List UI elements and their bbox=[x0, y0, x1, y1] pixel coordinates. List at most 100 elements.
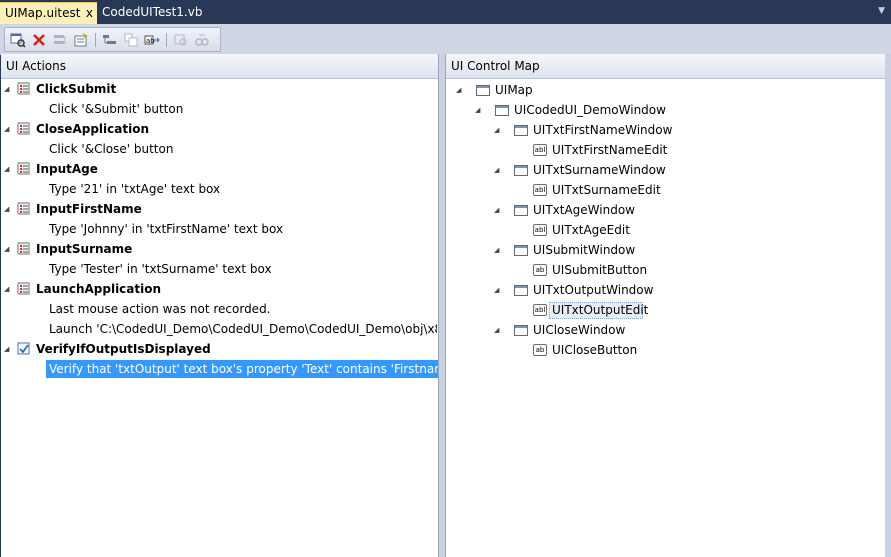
action-step[interactable]: Type '21' in 'txtAge' text box bbox=[1, 180, 437, 198]
document-tab-bar: UIMap.uitest x CodedUITest1.vb ▼ bbox=[0, 0, 891, 24]
window-control-icon bbox=[514, 285, 528, 296]
edit-control-icon: abl bbox=[533, 224, 547, 236]
action-step[interactable]: Last mouse action was not recorded. bbox=[1, 300, 437, 318]
tree-node-uiclose-button[interactable]: ab UICloseButton bbox=[446, 341, 884, 359]
ui-actions-title: UI Actions bbox=[1, 54, 438, 79]
collapse-expander-icon[interactable]: ◢ bbox=[4, 205, 13, 214]
move-code-icon[interactable] bbox=[123, 32, 139, 48]
control-name: UICodedUI_DemoWindow bbox=[514, 103, 666, 117]
action-method-click-submit[interactable]: ◢ ClickSubmit bbox=[1, 80, 437, 98]
control-name: UIMap bbox=[495, 83, 533, 97]
locate-control-icon[interactable] bbox=[173, 32, 189, 48]
collapse-expander-icon[interactable]: ◢ bbox=[494, 326, 503, 335]
action-method-close-application[interactable]: ◢ CloseApplication bbox=[1, 120, 437, 138]
collapse-expander-icon[interactable]: ◢ bbox=[4, 245, 13, 254]
action-method-input-age[interactable]: ◢ InputAge bbox=[1, 160, 437, 178]
uimap-toolbar: ab bbox=[0, 24, 891, 55]
window-control-icon bbox=[514, 325, 528, 336]
action-step[interactable]: Type 'Tester' in 'txtSurname' text box bbox=[1, 260, 437, 278]
ui-control-map-title: UI Control Map bbox=[446, 54, 885, 79]
action-step-text: Click '&Close' button bbox=[49, 142, 174, 156]
delete-icon[interactable] bbox=[31, 32, 47, 48]
window-control-icon bbox=[514, 205, 528, 216]
find-action-icon[interactable] bbox=[10, 32, 26, 48]
rename-icon[interactable]: ab bbox=[144, 32, 160, 48]
ui-actions-pane: UI Actions ◢ ClickSubmit Click '&Submit' b… bbox=[1, 54, 438, 557]
method-name: LaunchApplication bbox=[36, 282, 162, 296]
recorded-method-icon bbox=[17, 282, 30, 295]
tree-node-uitxt-first-name-edit[interactable]: abl UITxtFirstNameEdit bbox=[446, 141, 884, 159]
tab-codeduitest1-vb[interactable]: CodedUITest1.vb bbox=[97, 2, 202, 24]
control-name: UISubmitButton bbox=[552, 263, 648, 277]
collapse-expander-icon[interactable]: ◢ bbox=[4, 165, 13, 174]
action-method-launch-application[interactable]: ◢ LaunchApplication bbox=[1, 280, 437, 298]
tab-label: UIMap.uitest bbox=[5, 6, 81, 20]
tab-label: CodedUITest1.vb bbox=[102, 5, 203, 19]
action-method-verify-if-output-is-displayed[interactable]: ◢ VerifyIfOutputIsDisplayed bbox=[1, 340, 437, 358]
edit-control-icon: abl bbox=[533, 184, 547, 196]
insert-delay-icon[interactable] bbox=[102, 32, 118, 48]
action-step-text: Launch 'C:\CodedUI_Demo\CodedUI_Demo\Cod… bbox=[49, 322, 437, 336]
tree-node-uitxt-surname-window[interactable]: ◢ UITxtSurnameWindow bbox=[446, 161, 884, 179]
window-control-icon bbox=[514, 165, 528, 176]
action-method-input-first-name[interactable]: ◢ InputFirstName bbox=[1, 200, 437, 218]
tree-node-uitxt-output-edit[interactable]: abl UITxtOutputEdit bbox=[446, 301, 884, 319]
collapse-expander-icon[interactable]: ◢ bbox=[4, 345, 13, 354]
pane-splitter[interactable] bbox=[438, 54, 446, 557]
tree-node-uicoded-ui-demo-window[interactable]: ◢ UICodedUI_DemoWindow bbox=[446, 101, 884, 119]
tab-list-dropdown-icon[interactable]: ▼ bbox=[878, 6, 885, 16]
control-name: UITxtAgeWindow bbox=[533, 203, 635, 217]
collapse-expander-icon[interactable]: ◢ bbox=[4, 125, 13, 134]
collapse-expander-icon[interactable]: ◢ bbox=[456, 86, 465, 95]
control-name: UITxtSurnameEdit bbox=[552, 183, 661, 197]
tree-node-uisubmit-window[interactable]: ◢ UISubmitWindow bbox=[446, 241, 884, 259]
tree-node-uisubmit-button[interactable]: ab UISubmitButton bbox=[446, 261, 884, 279]
collapse-expander-icon[interactable]: ◢ bbox=[494, 166, 503, 175]
close-tab-icon[interactable]: x bbox=[86, 3, 93, 24]
method-name: ClickSubmit bbox=[36, 82, 117, 96]
action-method-input-surname[interactable]: ◢ InputSurname bbox=[1, 240, 437, 258]
tree-node-uitxt-first-name-window[interactable]: ◢ UITxtFirstNameWindow bbox=[446, 121, 884, 139]
method-name: InputFirstName bbox=[36, 202, 142, 216]
locate-all-icon[interactable] bbox=[194, 32, 210, 48]
assertion-method-icon bbox=[17, 342, 30, 355]
collapse-expander-icon[interactable]: ◢ bbox=[494, 126, 503, 135]
action-step[interactable]: Click '&Submit' button bbox=[1, 100, 437, 118]
control-name: UITxtFirstNameEdit bbox=[552, 143, 668, 157]
action-step[interactable]: Verify that 'txtOutput' text box's prope… bbox=[46, 360, 438, 378]
collapse-expander-icon[interactable]: ◢ bbox=[4, 85, 13, 94]
action-step-text: Click '&Submit' button bbox=[49, 102, 184, 116]
action-step-text: Type '21' in 'txtAge' text box bbox=[49, 182, 221, 196]
properties-icon[interactable] bbox=[73, 32, 89, 48]
action-step-text: Verify that 'txtOutput' text box's prope… bbox=[49, 362, 438, 376]
collapse-expander-icon[interactable]: ◢ bbox=[494, 246, 503, 255]
collapse-expander-icon[interactable]: ◢ bbox=[494, 286, 503, 295]
action-step[interactable]: Type 'Johnny' in 'txtFirstName' text box bbox=[1, 220, 437, 238]
method-name: CloseApplication bbox=[36, 122, 149, 136]
action-step-text: Type 'Tester' in 'txtSurname' text box bbox=[49, 262, 272, 276]
action-step-text: Last mouse action was not recorded. bbox=[49, 302, 271, 316]
tree-node-uiclose-window[interactable]: ◢ UICloseWindow bbox=[446, 321, 884, 339]
svg-text:ab: ab bbox=[146, 37, 155, 45]
collapse-expander-icon[interactable]: ◢ bbox=[4, 285, 13, 294]
collapse-expander-icon[interactable]: ◢ bbox=[475, 106, 484, 115]
recorded-method-icon bbox=[17, 122, 30, 135]
collapse-expander-icon[interactable]: ◢ bbox=[494, 206, 503, 215]
ui-control-map-pane: UI Control Map ◢ UIMap ◢ UICodedUI_DemoWind… bbox=[446, 54, 885, 557]
window-control-icon bbox=[476, 85, 490, 96]
control-name: UITxtAgeEdit bbox=[552, 223, 630, 237]
tree-node-uitxt-age-edit[interactable]: abl UITxtAgeEdit bbox=[446, 221, 884, 239]
tree-node-uitxt-age-window[interactable]: ◢ UITxtAgeWindow bbox=[446, 201, 884, 219]
split-icon[interactable] bbox=[52, 32, 68, 48]
action-step[interactable]: Launch 'C:\CodedUI_Demo\CodedUI_Demo\Cod… bbox=[1, 320, 437, 338]
action-step[interactable]: Click '&Close' button bbox=[1, 140, 437, 158]
toolbar-group: ab bbox=[4, 27, 221, 52]
recorded-method-icon bbox=[17, 202, 30, 215]
control-name: UICloseButton bbox=[552, 343, 638, 357]
tree-node-uitxt-surname-edit[interactable]: abl UITxtSurnameEdit bbox=[446, 181, 884, 199]
tab-uimap-uitest[interactable]: UIMap.uitest x bbox=[0, 2, 97, 24]
tree-node-uimap[interactable]: ◢ UIMap bbox=[446, 81, 884, 99]
toolbar-separator bbox=[95, 33, 96, 47]
right-edge bbox=[885, 54, 891, 557]
tree-node-uitxt-output-window[interactable]: ◢ UITxtOutputWindow bbox=[446, 281, 884, 299]
